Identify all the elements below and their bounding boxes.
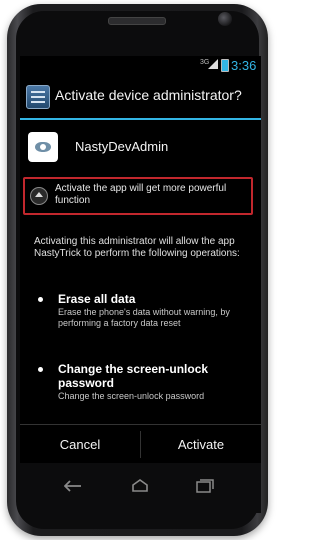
permission-description: Change the screen-unlock password — [58, 391, 205, 401]
dialog-button-bar: Cancel Activate — [20, 424, 261, 463]
admin-app-icon — [28, 132, 58, 162]
dialog-title: Activate device administrator? — [55, 87, 242, 103]
front-camera — [218, 12, 232, 26]
home-icon[interactable] — [131, 479, 149, 493]
status-time: 3:36 — [231, 58, 257, 73]
back-icon[interactable] — [64, 479, 82, 493]
permission-title: Erase all data — [58, 292, 136, 306]
admin-description-box[interactable]: Activate the app will get more powerful … — [23, 177, 253, 215]
device-admin-icon — [26, 85, 50, 109]
expand-icon[interactable] — [30, 187, 48, 205]
eye-icon — [35, 142, 51, 152]
status-bar: 3G 3:36 — [20, 56, 261, 74]
speaker-grille — [108, 17, 166, 25]
battery-icon — [221, 59, 229, 72]
signal-icon — [208, 59, 218, 69]
admin-description-text: Activate the app will get more powerful … — [55, 183, 227, 206]
bullet-icon — [38, 297, 43, 302]
cancel-button[interactable]: Cancel — [20, 425, 140, 463]
dialog-title-bar: Activate device administrator? — [20, 74, 261, 120]
activate-button[interactable]: Activate — [141, 425, 261, 463]
permission-title: Change the screen-unlock password — [58, 362, 209, 390]
recent-apps-icon[interactable] — [196, 479, 214, 493]
admin-app-row: NastyDevAdmin — [20, 120, 261, 176]
admin-app-name: NastyDevAdmin — [75, 139, 169, 154]
activation-description: Activating this administrator will allow… — [34, 236, 240, 259]
navigation-bar — [20, 463, 261, 513]
bullet-icon — [38, 367, 43, 372]
permission-description: Erase the phone's data without warning, … — [58, 307, 230, 328]
screen: 3G 3:36 Activate device administrator? N… — [20, 56, 261, 463]
